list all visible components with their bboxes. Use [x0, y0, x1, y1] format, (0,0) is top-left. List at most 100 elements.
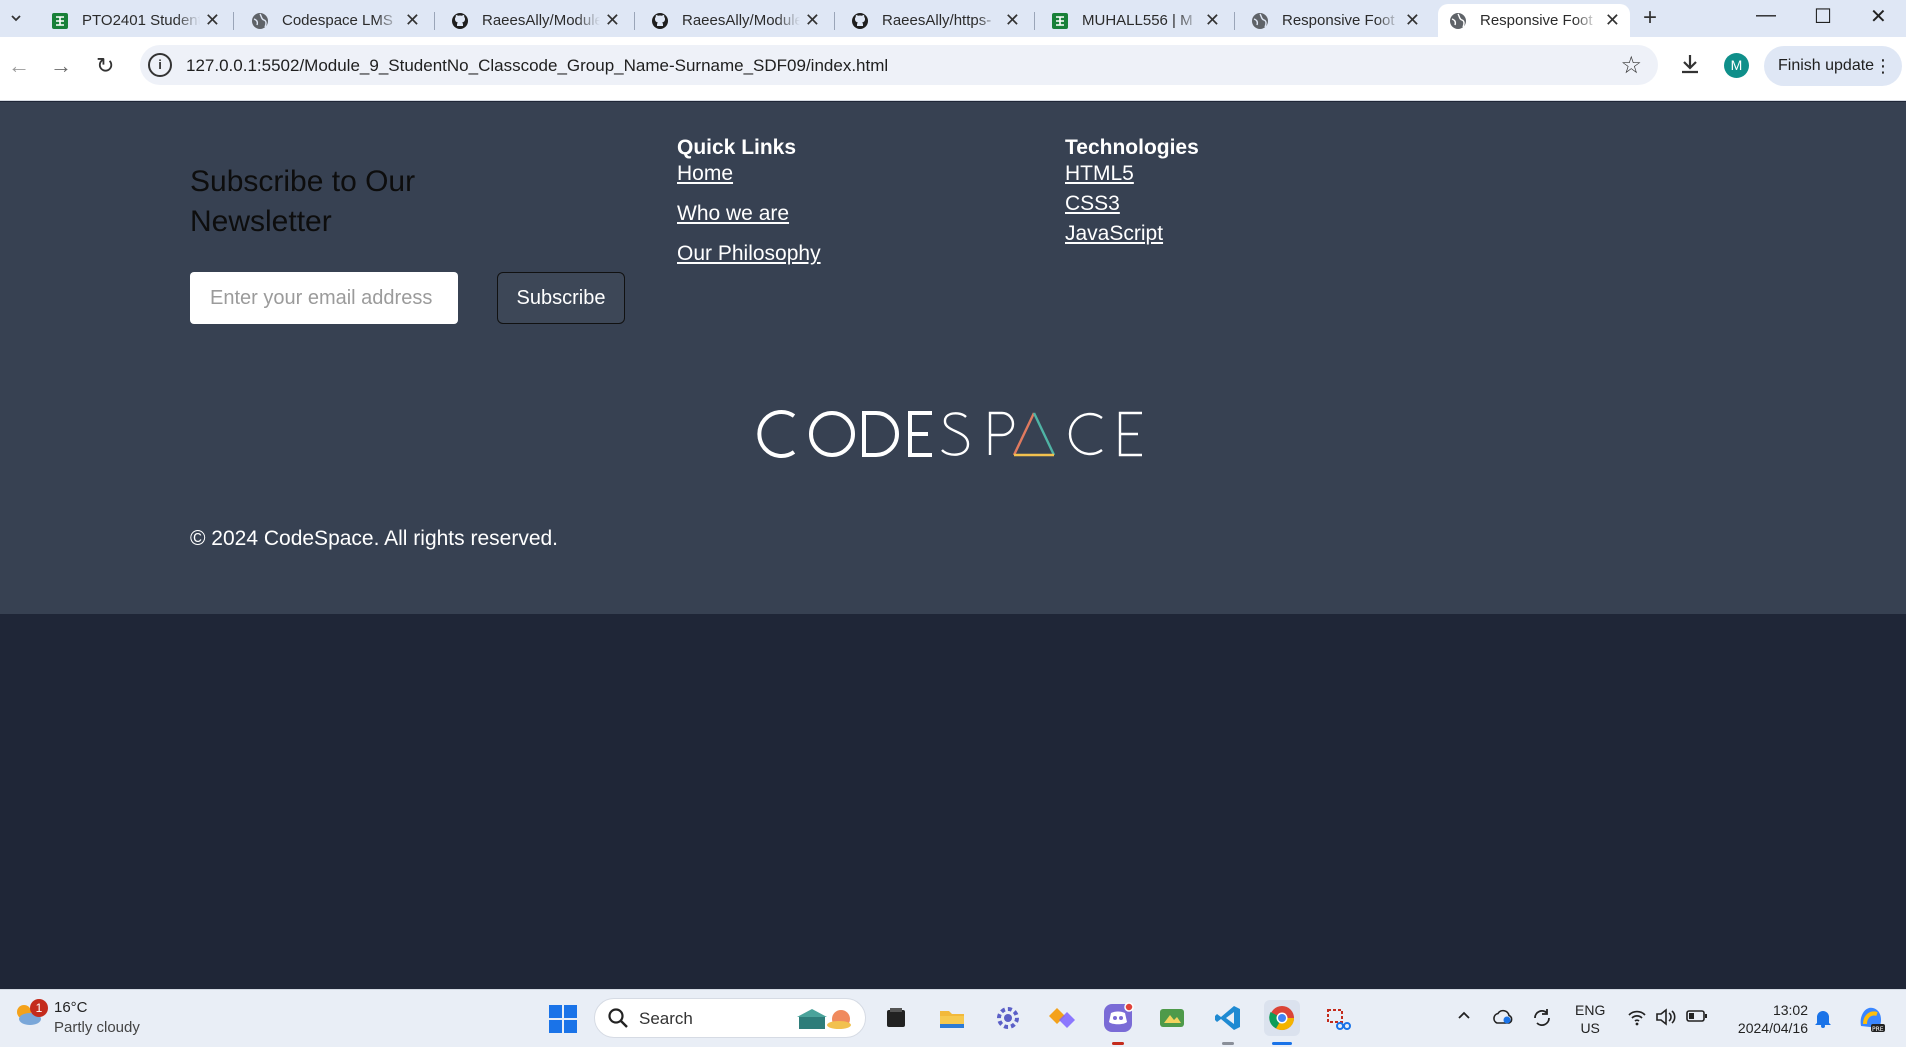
copyright-text: © 2024 CodeSpace. All rights reserved.: [190, 527, 559, 550]
tab-divider: [634, 12, 635, 30]
link-html5[interactable]: HTML5: [1065, 162, 1134, 186]
tab-title: Codespace LMS: [282, 12, 393, 29]
file-explorer-icon[interactable]: [934, 1000, 970, 1036]
taskbar-indicator: [1112, 1042, 1124, 1045]
technologies-title: Technologies: [1065, 136, 1199, 159]
tab-divider: [834, 12, 835, 30]
tab-raeesally-3[interactable]: RaeesAlly/https- ✕: [840, 4, 1030, 37]
reload-icon[interactable]: ↻: [96, 53, 114, 79]
sheets-icon: [1050, 11, 1070, 31]
app-diamond-icon[interactable]: [1044, 1000, 1080, 1036]
tab-divider: [434, 12, 435, 30]
search-label: Search: [639, 1009, 693, 1028]
site-info-icon[interactable]: i: [148, 53, 172, 77]
link-who-we-are[interactable]: Who we are: [677, 202, 789, 226]
tab-pto2401[interactable]: PTO2401 Student ✕: [40, 4, 230, 37]
finish-update-button[interactable]: Finish update ⋮: [1764, 46, 1902, 86]
close-icon[interactable]: ✕: [605, 10, 620, 31]
forward-arrow-icon[interactable]: →: [50, 53, 72, 79]
back-arrow-icon[interactable]: ←: [8, 53, 30, 79]
battery-icon[interactable]: [1686, 1008, 1708, 1029]
tab-muhall556[interactable]: MUHALL556 | M ✕: [1040, 4, 1230, 37]
close-icon[interactable]: ✕: [405, 10, 420, 31]
search-icon: [608, 1008, 628, 1028]
tab-title: RaeesAlly/Module: [682, 12, 800, 29]
taskbar-indicator: [1272, 1042, 1292, 1045]
address-bar[interactable]: i 127.0.0.1:5502/Module_9_StudentNo_Clas…: [140, 45, 1658, 85]
github-icon: [450, 11, 470, 31]
tab-title: RaeesAlly/https-: [882, 12, 992, 29]
minimize-icon[interactable]: —: [1756, 4, 1776, 27]
show-hidden-icons-chevron[interactable]: [1456, 1008, 1472, 1029]
url-text[interactable]: 127.0.0.1:5502/Module_9_StudentNo_Classc…: [186, 56, 888, 76]
tab-responsive-footer-active[interactable]: Responsive Foot ✕: [1438, 4, 1630, 37]
close-icon[interactable]: ✕: [805, 10, 820, 31]
search-highlight-icon: [797, 1009, 851, 1029]
link-css3[interactable]: CSS3: [1065, 192, 1120, 216]
snipping-tool-icon[interactable]: [1320, 1000, 1356, 1036]
settings-gear-icon[interactable]: [990, 1000, 1026, 1036]
tab-title: PTO2401 Student: [82, 12, 200, 29]
close-icon[interactable]: ✕: [1005, 10, 1020, 31]
globe-icon: [1448, 11, 1468, 31]
tab-search-chevron-icon[interactable]: [4, 6, 28, 30]
tab-divider: [1034, 12, 1035, 30]
close-icon[interactable]: ✕: [1405, 10, 1420, 31]
copilot-icon[interactable]: PRE: [1855, 1002, 1887, 1039]
onedrive-cloud-icon[interactable]: [1492, 1008, 1514, 1031]
quick-links-title: Quick Links: [677, 136, 797, 159]
weather-condition[interactable]: Partly cloudy: [54, 1019, 140, 1036]
github-icon: [650, 11, 670, 31]
finish-update-label: Finish update: [1778, 57, 1875, 74]
clock-date: 2024/04/16: [1737, 1020, 1808, 1036]
region-code: US: [1580, 1020, 1600, 1036]
discord-icon[interactable]: [1100, 1000, 1136, 1036]
weather-badge: 1: [30, 999, 48, 1017]
vscode-icon[interactable]: [1210, 1000, 1246, 1036]
link-home[interactable]: Home: [677, 162, 733, 186]
tab-responsive-footer-1[interactable]: Responsive Foot ✕: [1240, 4, 1430, 37]
bookmark-star-icon[interactable]: ☆: [1620, 51, 1642, 80]
download-icon[interactable]: [1677, 51, 1703, 82]
site-footer: Subscribe to Our Newsletter Subscribe Qu…: [0, 102, 1906, 614]
email-input[interactable]: [190, 272, 458, 324]
volume-icon[interactable]: [1655, 1008, 1677, 1031]
subscribe-button[interactable]: Subscribe: [497, 272, 625, 324]
profile-avatar[interactable]: M: [1724, 53, 1749, 78]
close-icon[interactable]: ✕: [205, 10, 220, 31]
tab-title: RaeesAlly/Module: [482, 12, 600, 29]
sync-icon[interactable]: [1531, 1008, 1553, 1033]
sheets-icon: [50, 11, 70, 31]
tab-codespace-lms[interactable]: Codespace LMS ✕: [240, 4, 430, 37]
taskbar-file-icon[interactable]: [878, 1000, 914, 1036]
link-our-philosophy[interactable]: Our Philosophy: [677, 242, 821, 266]
wifi-icon[interactable]: [1627, 1008, 1647, 1031]
clock[interactable]: 13:02 2024/04/16: [1728, 1001, 1808, 1037]
language-code: ENG: [1575, 1002, 1606, 1018]
codespace-logo: [757, 410, 1142, 458]
language-indicator[interactable]: ENG US: [1575, 1001, 1605, 1037]
kebab-menu-icon[interactable]: ⋮: [1874, 46, 1892, 86]
weather-temp[interactable]: 16°C: [54, 999, 88, 1016]
clock-time: 13:02: [1772, 1002, 1808, 1018]
close-icon[interactable]: ✕: [1205, 10, 1220, 31]
windows-taskbar: 1 16°C Partly cloudy Search ENG US 13:02…: [0, 989, 1906, 1047]
taskbar-search-box[interactable]: Search: [594, 998, 866, 1038]
close-icon[interactable]: ✕: [1605, 10, 1620, 31]
paint-app-icon[interactable]: [1154, 1000, 1190, 1036]
windows-start-icon[interactable]: [549, 1005, 577, 1033]
github-icon: [850, 11, 870, 31]
tab-raeesally-2[interactable]: RaeesAlly/Module ✕: [640, 4, 830, 37]
link-javascript[interactable]: JavaScript: [1065, 222, 1163, 246]
tab-raeesally-1[interactable]: RaeesAlly/Module ✕: [440, 4, 630, 37]
window-close-icon[interactable]: ✕: [1870, 4, 1887, 29]
tab-strip: PTO2401 Student ✕ Codespace LMS ✕ RaeesA…: [0, 0, 1906, 37]
globe-icon: [250, 11, 270, 31]
maximize-icon[interactable]: ☐: [1814, 4, 1832, 29]
chrome-icon[interactable]: [1264, 1000, 1300, 1036]
copilot-pre-label: PRE: [1872, 1026, 1884, 1033]
notification-bell-icon[interactable]: [1814, 1008, 1832, 1033]
browser-toolbar: ← → ↻ i 127.0.0.1:5502/Module_9_StudentN…: [0, 37, 1906, 101]
new-tab-plus-icon[interactable]: +: [1643, 4, 1657, 32]
newsletter-title: Subscribe to Our Newsletter: [190, 165, 416, 238]
